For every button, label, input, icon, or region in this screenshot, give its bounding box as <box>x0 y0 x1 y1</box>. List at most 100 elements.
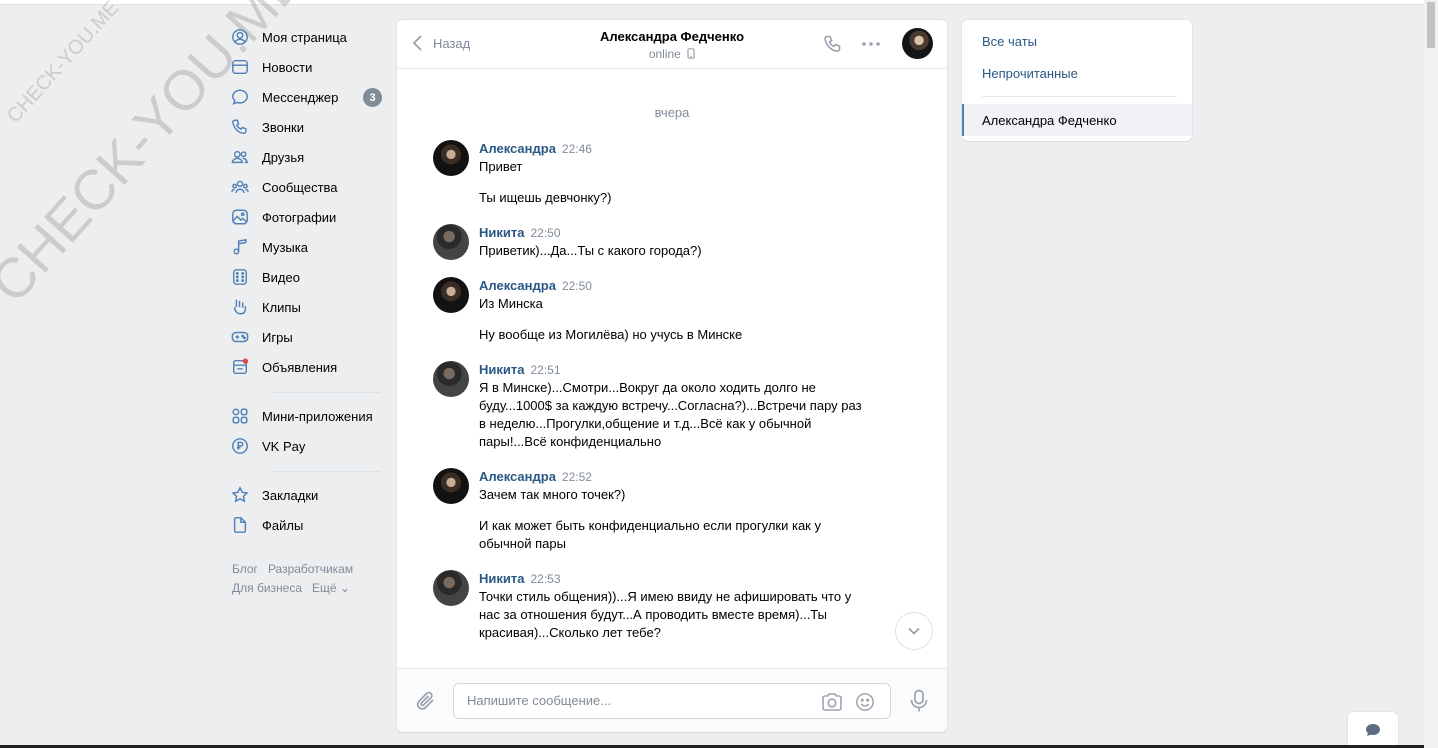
nav-item-calls[interactable]: Звонки <box>230 112 385 142</box>
music-icon <box>230 237 250 257</box>
news-icon <box>230 57 250 77</box>
chat-panel: Назад Александра Федченко online вчера А… <box>397 20 947 732</box>
user-circle-icon <box>230 27 250 47</box>
chevron-down-icon <box>908 627 920 635</box>
message-history[interactable]: вчера Александра 22:46 Привет Ты ищешь де… <box>397 70 947 668</box>
avatar[interactable] <box>433 224 469 260</box>
attach-icon[interactable] <box>415 689 437 713</box>
author-name[interactable]: Александра <box>479 278 556 293</box>
nav-label: Сообщества <box>262 179 338 195</box>
avatar[interactable] <box>433 468 469 504</box>
message-text: Ты ищешь девчонку?) <box>479 190 612 205</box>
nav-item-ads[interactable]: Объявления <box>230 352 385 382</box>
nav-label: Моя страница <box>262 29 347 45</box>
nav-label: Закладки <box>262 487 319 503</box>
emoji-icon[interactable] <box>854 692 876 712</box>
clips-icon <box>230 297 250 317</box>
nav-item-messenger[interactable]: Мессенджер 3 <box>230 82 385 112</box>
message-group: Александра 22:46 Привет Ты ищешь девчонку… <box>397 140 947 207</box>
top-bar <box>0 0 1438 5</box>
day-separator: вчера <box>654 105 690 120</box>
author-name[interactable]: Александра <box>479 141 556 156</box>
message-time: 22:52 <box>561 470 592 484</box>
message-author: Никита 22:50 <box>479 224 867 242</box>
message-author: Александра 22:46 <box>479 140 867 158</box>
composer <box>397 668 947 732</box>
nav-label: Новости <box>262 59 313 75</box>
footer-links: Блог Разработчикам Для бизнеса Ещё ⌄ <box>232 560 385 598</box>
filter-all-chats[interactable]: Все чаты <box>962 25 1192 57</box>
author-name[interactable]: Никита <box>479 362 524 377</box>
message-text: Приветик)...Да...Ты с какого города?) <box>479 243 702 258</box>
ads-icon <box>230 357 250 377</box>
nav-item-clips[interactable]: Клипы <box>230 292 385 322</box>
nav-label: Звонки <box>262 119 304 135</box>
more-icon[interactable] <box>861 36 881 52</box>
microphone-icon[interactable] <box>909 689 929 713</box>
avatar[interactable] <box>433 361 469 397</box>
nav-item-news[interactable]: Новости <box>230 52 385 82</box>
nav-item-music[interactable]: Музыка <box>230 232 385 262</box>
message-input[interactable] <box>467 693 807 708</box>
message-time: 22:51 <box>530 363 561 377</box>
chat-bubble-icon <box>1366 724 1380 736</box>
chats-popup-button[interactable] <box>1348 712 1398 748</box>
peer-avatar[interactable] <box>902 28 933 59</box>
nav-label: Игры <box>262 329 293 345</box>
nav-item-communities[interactable]: Сообщества <box>230 172 385 202</box>
message-text: Я в Минске)...Смотри...Вокруг да около х… <box>479 380 862 449</box>
message-time: 22:46 <box>561 142 592 156</box>
message-text: Точки стиль общения))...Я имею ввиду не … <box>479 589 852 640</box>
nav-item-friends[interactable]: Друзья <box>230 142 385 172</box>
active-chat-item[interactable]: Александра Федченко <box>962 104 1192 136</box>
message-group: Никита 22:50 Приветик)...Да...Ты с какого… <box>397 224 947 260</box>
author-name[interactable]: Никита <box>479 225 524 240</box>
nav-divider <box>272 392 380 393</box>
avatar[interactable] <box>433 140 469 176</box>
scrollbar-thumb[interactable] <box>1427 2 1435 48</box>
nav-item-vkpay[interactable]: VK Pay <box>230 431 385 461</box>
message-input-wrap <box>453 683 891 719</box>
scroll-down-button[interactable] <box>895 612 933 650</box>
nav-item-mini-apps[interactable]: Мини-приложения <box>230 401 385 431</box>
author-name[interactable]: Александра <box>479 469 556 484</box>
nav-item-files[interactable]: Файлы <box>230 510 385 540</box>
star-icon <box>230 485 250 505</box>
communities-icon <box>230 177 250 197</box>
footer-link-business[interactable]: Для бизнеса <box>232 581 302 595</box>
footer-link-developers[interactable]: Разработчикам <box>268 562 353 576</box>
message-author: Никита 22:51 <box>479 361 867 379</box>
watermark-small: CHECK-YOU.ME <box>2 0 124 128</box>
file-icon <box>230 515 250 535</box>
footer-link-blog[interactable]: Блог <box>232 562 258 576</box>
message-author: Александра 22:52 <box>479 468 867 486</box>
footer-link-more[interactable]: Ещё ⌄ <box>312 581 350 595</box>
page-scrollbar[interactable] <box>1424 0 1438 748</box>
nav-item-bookmarks[interactable]: Закладки <box>230 480 385 510</box>
nav-label: Мини-приложения <box>262 408 373 424</box>
message-icon <box>230 87 250 107</box>
call-icon[interactable] <box>823 34 843 54</box>
nav-label: Мессенджер <box>262 89 339 105</box>
message-text: Из Минска <box>479 296 543 311</box>
author-name[interactable]: Никита <box>479 571 524 586</box>
nav-item-my-page[interactable]: Моя страница <box>230 22 385 52</box>
nav-item-games[interactable]: Игры <box>230 322 385 352</box>
nav-label: Объявления <box>262 359 338 375</box>
message-time: 22:53 <box>530 572 561 586</box>
message-text: И как может быть конфиденциально если пр… <box>479 518 821 551</box>
message-text: Зачем так много точек?) <box>479 487 626 502</box>
gamepad-icon <box>230 327 250 347</box>
nav-item-photos[interactable]: Фотографии <box>230 202 385 232</box>
avatar[interactable] <box>433 570 469 606</box>
nav-label: Видео <box>262 269 300 285</box>
filter-unread[interactable]: Непрочитанные <box>962 57 1192 89</box>
video-icon <box>230 267 250 287</box>
nav-label: Клипы <box>262 299 301 315</box>
nav-item-video[interactable]: Видео <box>230 262 385 292</box>
message-group: Александра 22:52 Зачем так много точек?) … <box>397 468 947 553</box>
message-author: Никита 22:53 <box>479 570 867 588</box>
camera-icon[interactable] <box>820 692 844 712</box>
avatar[interactable] <box>433 277 469 313</box>
photo-icon <box>230 207 250 227</box>
